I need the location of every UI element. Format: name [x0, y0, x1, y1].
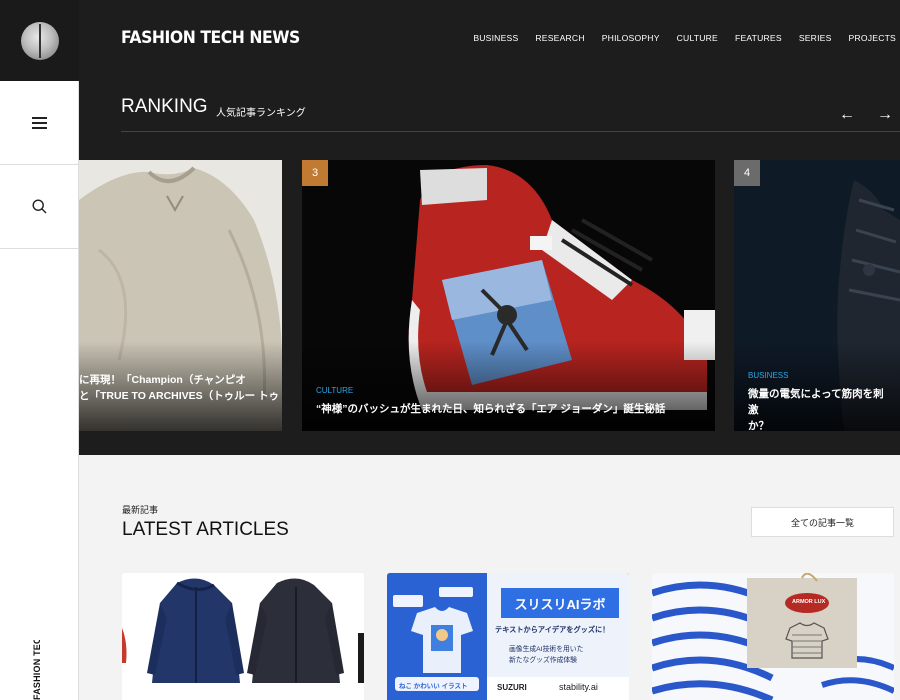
ranking-card-4[interactable]: 4 BUSINESS 微量の電気によって筋肉を刺激 か？ — [734, 160, 900, 431]
search-icon — [31, 199, 46, 214]
latest-title: LATEST ARTICLES — [122, 519, 289, 540]
category-label[interactable]: BUSINESS — [748, 371, 788, 380]
article-card-2[interactable]: ねこ かわいい イラスト スリスリAIラボ テキストからアイデアをグッズに！ 画… — [387, 573, 629, 700]
ai-lab-headline: スリスリAIラボ — [501, 588, 619, 618]
ranking-subtitle: 人気記事ランキング — [216, 108, 306, 119]
ranking-title: RANKING — [121, 96, 208, 117]
nav-culture[interactable]: CULTURE — [677, 33, 718, 43]
striped-shirts-image — [652, 573, 894, 700]
article-card-1[interactable] — [122, 573, 364, 700]
jackets-image — [122, 573, 364, 700]
ranking-card-title: “神様”のバッシュが生まれた日、知られざる「エア ジョーダン」誕生秘話 — [316, 403, 666, 415]
ranking-card-title: 微量の電気によって筋肉を刺激 か？ — [748, 388, 884, 431]
latest-subtitle: 最新記事 — [122, 505, 159, 515]
prompt-chip: ねこ かわいい イラスト — [399, 683, 468, 690]
prev-arrow-icon[interactable]: ← — [839, 106, 855, 124]
menu-button[interactable] — [0, 81, 78, 165]
nav-business[interactable]: BUSINESS — [473, 33, 518, 43]
rank-badge: 3 — [302, 160, 328, 186]
ranking-divider — [121, 131, 900, 132]
nav-projects[interactable]: PROJECTS — [849, 33, 896, 43]
nav-series[interactable]: SERIES — [799, 33, 832, 43]
logo[interactable] — [0, 0, 79, 81]
ranking-card-title: に再現！「Champion（チャンピオ と「TRUE TO ARCHIVES（ト… — [79, 374, 280, 402]
ranking-card-3[interactable]: 3 CULTURE “神様”のバッシュが生まれた日、知られざる「エア ジョーダン… — [302, 160, 715, 431]
ai-lab-line1: 画像生成AI技術を用いた — [509, 646, 584, 653]
nav-philosophy[interactable]: PHILOSOPHY — [602, 33, 660, 43]
armor-lux-tag: ARMOR LUX — [792, 599, 826, 605]
ai-lab-line2: 新たなグッズ作成体験 — [509, 657, 577, 664]
site-title[interactable]: FASHION TECH NEWS — [121, 28, 300, 48]
nav-features[interactable]: FEATURES — [735, 33, 782, 43]
suzuri-logo: SUZURI — [497, 683, 527, 692]
ranking-card-2[interactable]: に再現！「Champion（チャンピオ と「TRUE TO ARCHIVES（ト… — [79, 160, 282, 431]
stability-logo: stability.ai — [559, 682, 598, 692]
sidebar-vertical-brand: FASHION TECH NEWS — [32, 640, 42, 700]
next-arrow-icon[interactable]: → — [877, 106, 893, 124]
category-label[interactable]: CULTURE — [316, 386, 353, 395]
main-nav: BUSINESS RESEARCH PHILOSOPHY CULTURE FEA… — [473, 33, 896, 43]
ai-lab-sub: テキストからアイデアをグッズに！ — [495, 625, 610, 634]
hamburger-icon — [31, 117, 47, 129]
rank-badge: 4 — [734, 160, 760, 186]
search-button[interactable] — [0, 165, 78, 249]
nav-research[interactable]: RESEARCH — [535, 33, 584, 43]
logo-mark-icon — [20, 21, 59, 60]
sidebar: FASHION TECH NEWS — [0, 0, 79, 700]
all-articles-button[interactable]: 全ての記事一覧 — [751, 507, 894, 537]
article-card-3[interactable]: ARMOR LUX — [652, 573, 894, 700]
